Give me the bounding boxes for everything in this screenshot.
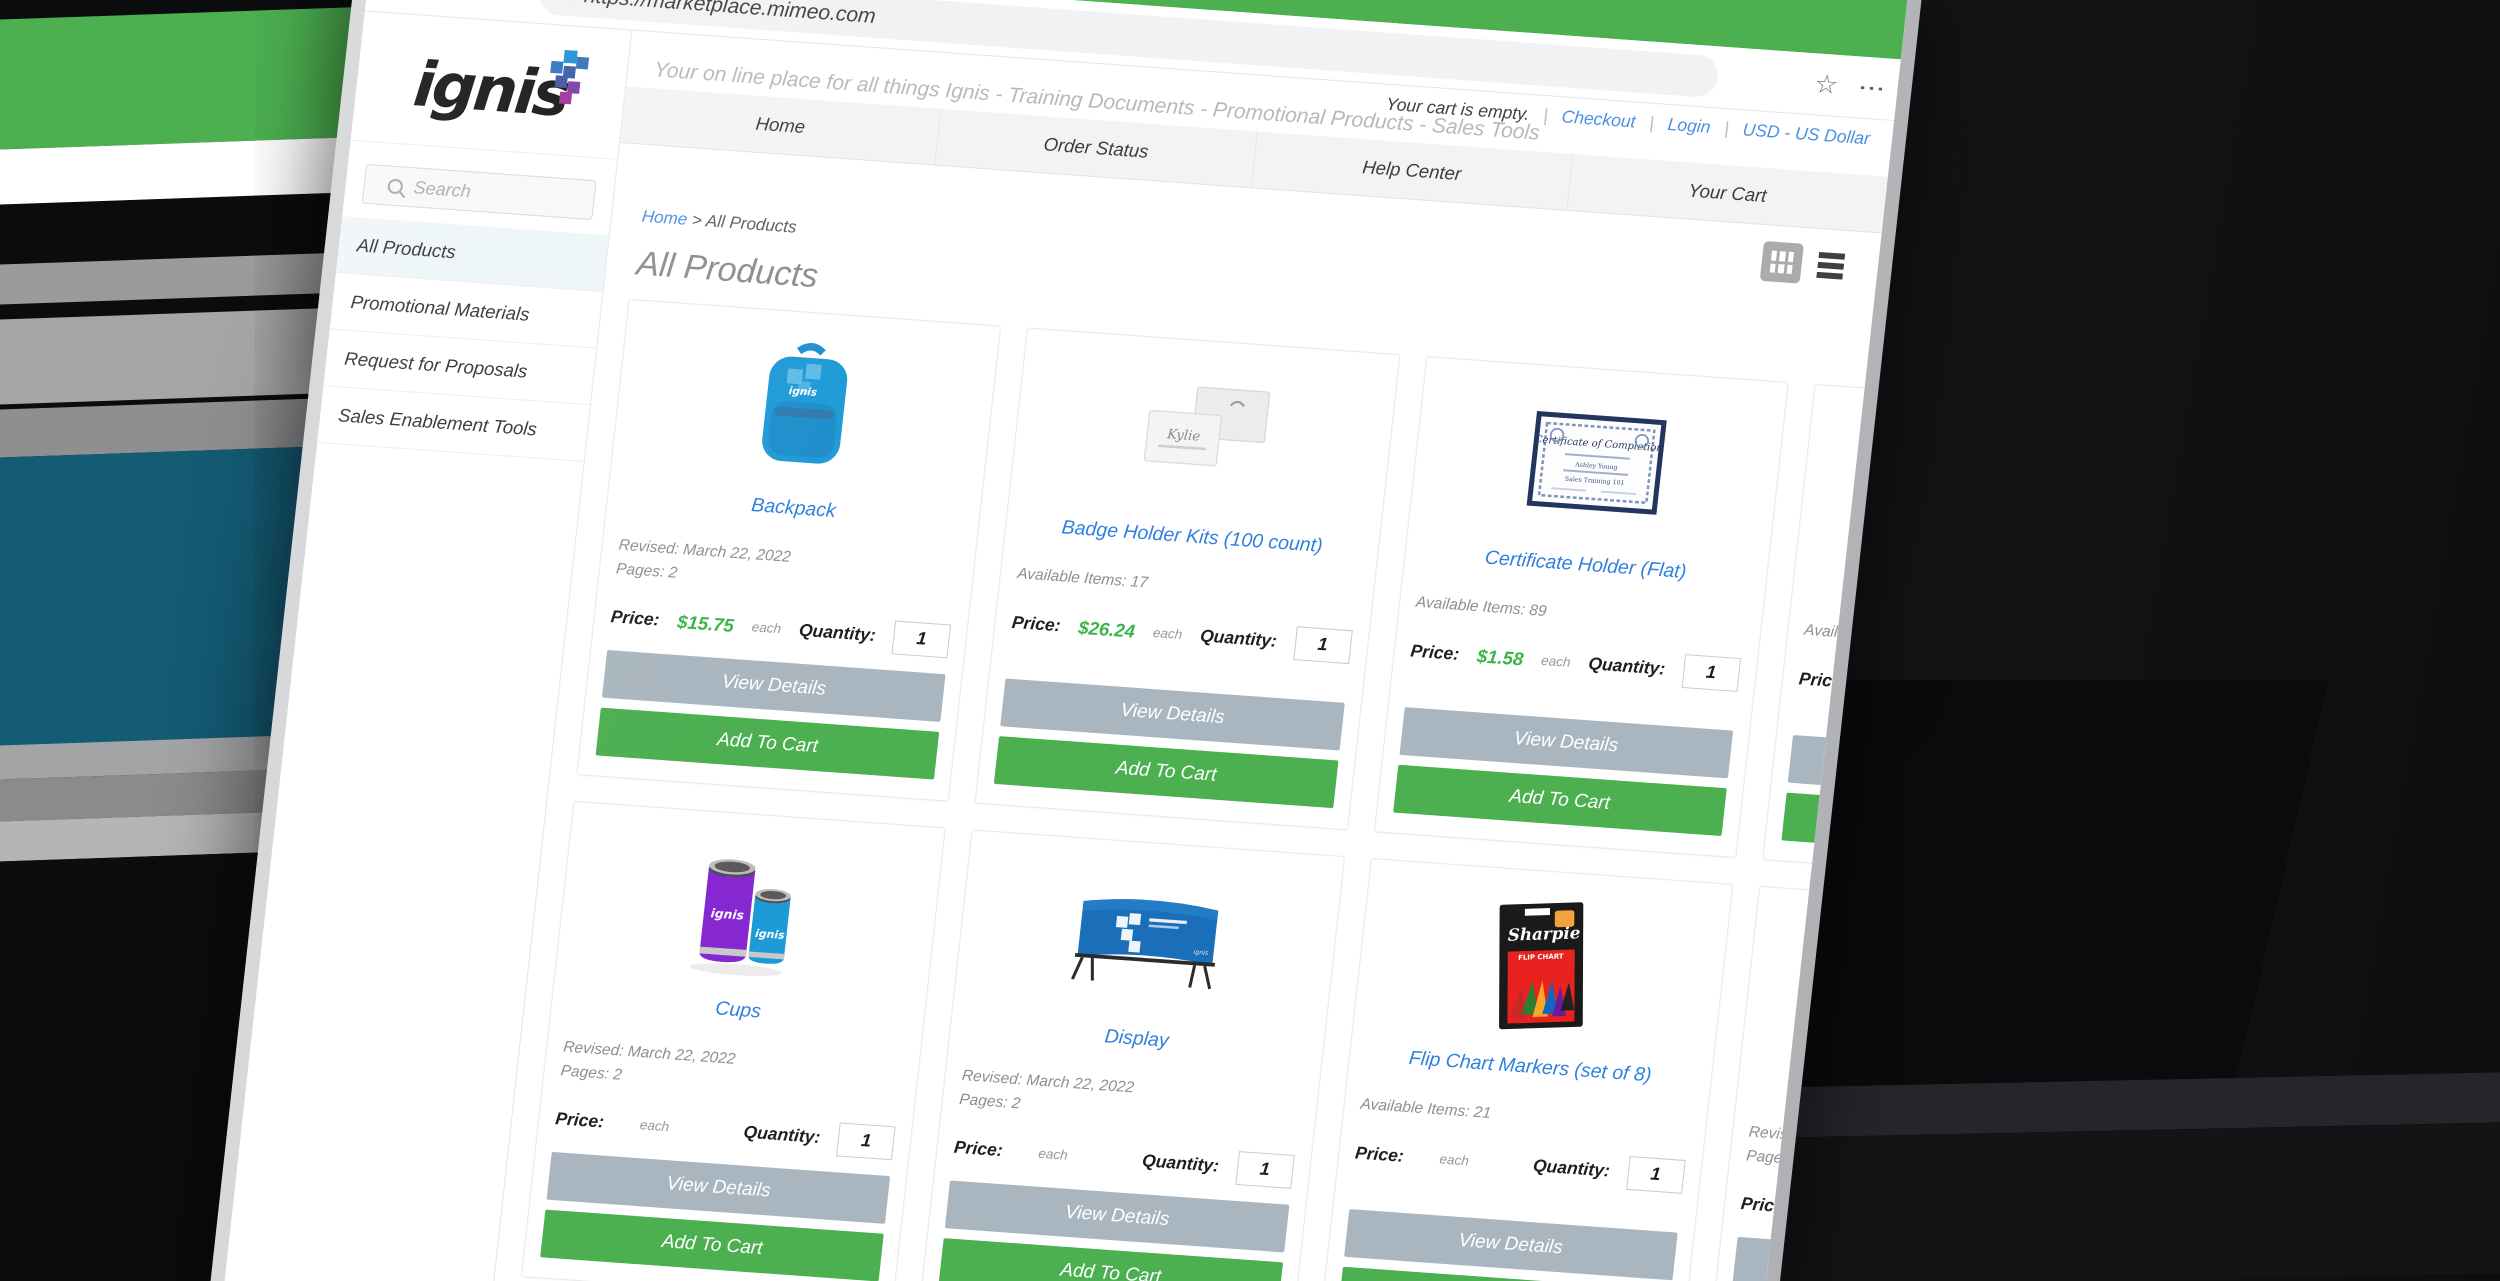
- product-card[interactable]: ignis Backpack Revised: March 22, 2022 Pag…: [576, 298, 1002, 802]
- search-placeholder: Search: [412, 176, 472, 201]
- search-icon: [387, 177, 404, 194]
- price-unit-label: each: [1438, 1151, 1470, 1169]
- quantity-label: Quantity:: [742, 1121, 822, 1148]
- product-thumbnail[interactable]: ignis: [627, 319, 982, 492]
- cups-image: ignis ignis: [689, 859, 791, 977]
- product-meta: Revised: March 22, 2022Pages: 2: [615, 534, 959, 604]
- product-thumbnail[interactable]: ignis: [970, 849, 1325, 1022]
- product-grid: ignis Backpack Revised: March 22, 2022 Pag…: [492, 297, 1909, 1281]
- add-to-cart-button[interactable]: Add To Cart: [1392, 764, 1727, 836]
- utility-separator-3: |: [1723, 117, 1731, 139]
- product-card[interactable]: Kylie Badge Holder Kits (100 count) Avail…: [974, 327, 1401, 831]
- svg-text:FLIP CHART: FLIP CHART: [1518, 952, 1564, 961]
- sidebar-item-label: Sales Enablement Tools: [337, 404, 539, 440]
- add-to-cart-button[interactable]: Add To Cart: [540, 1209, 885, 1281]
- quantity-input[interactable]: [1234, 1150, 1295, 1189]
- price-unit-label: each: [639, 1117, 670, 1135]
- svg-text:Kylie: Kylie: [1165, 427, 1201, 444]
- product-name-link[interactable]: Display: [966, 1014, 1307, 1063]
- quantity-label: Quantity:: [1141, 1150, 1221, 1176]
- product-meta-line: Available Items: 21: [1359, 1095, 1492, 1123]
- logo[interactable]: ignis: [350, 19, 631, 160]
- product-meta: Available Items: 89: [1415, 591, 1746, 638]
- add-to-cart-button[interactable]: Add To Cart: [595, 707, 940, 780]
- price-label: Price:: [952, 1136, 1004, 1161]
- product-name-link[interactable]: Flip Chart Markers (set of 8): [1365, 1043, 1696, 1091]
- grid-view-icon[interactable]: [1759, 240, 1804, 284]
- product-card[interactable]: Sharpie FLIP CHART Flip Chart Markers (s…: [1318, 857, 1734, 1281]
- breadcrumb-separator: >: [690, 210, 703, 230]
- price-unit-label: each: [1152, 625, 1184, 643]
- product-meta: Available Items: 17: [1016, 563, 1357, 610]
- product-name-link[interactable]: Cups: [567, 986, 908, 1035]
- product-meta-line: Available Items: 17: [1016, 565, 1149, 592]
- quantity-input[interactable]: [1681, 653, 1741, 692]
- price-value: $1.58: [1476, 644, 1525, 670]
- sidebar-item-label: All Products: [355, 234, 457, 263]
- browser-menu-icon[interactable]: ⋮: [1856, 74, 1889, 102]
- quantity-input[interactable]: [891, 620, 952, 659]
- search-input[interactable]: Search: [361, 163, 597, 221]
- certificate-image: Certificate of Completion Ashley Young S…: [1526, 410, 1668, 515]
- sidebar-item-label: Promotional Materials: [349, 291, 531, 325]
- product-name-link[interactable]: Backpack: [623, 484, 964, 533]
- product-card[interactable]: ignis ignis Cups Revised: March 22, 2022 P…: [520, 800, 947, 1281]
- display-banner-image: ignis: [1071, 899, 1219, 990]
- utility-separator-2: |: [1648, 112, 1656, 133]
- svg-text:ignis: ignis: [754, 927, 785, 942]
- price-label: Price:: [1354, 1142, 1405, 1166]
- badge-holder-image: Kylie: [1143, 386, 1271, 467]
- reload-icon[interactable]: C: [486, 0, 509, 6]
- svg-text:ignis: ignis: [1194, 949, 1210, 957]
- sidebar-item-label: Request for Proposals: [343, 347, 529, 382]
- svg-text:ignis: ignis: [710, 907, 745, 923]
- checkout-link[interactable]: Checkout: [1561, 106, 1637, 131]
- product-thumbnail[interactable]: ignis ignis: [572, 821, 927, 994]
- product-meta: Revised: March 22, 2022Pages: 2: [559, 1036, 903, 1106]
- device-screen: Ignis Storefront × + ← → C https://marke…: [216, 0, 1909, 1281]
- quantity-label: Quantity:: [1587, 653, 1667, 679]
- product-name-link[interactable]: Badge Holder Kits (100 count): [1021, 513, 1362, 562]
- utility-separator-1: |: [1542, 105, 1550, 126]
- price-value: $15.75: [676, 610, 736, 636]
- price-unit-label: each: [1037, 1146, 1069, 1164]
- product-meta: Revised: March 22, 2022Pages: 2: [958, 1064, 1302, 1134]
- price-label: Price:: [1409, 640, 1461, 664]
- quantity-label: Quantity:: [797, 620, 877, 646]
- price-unit-label: each: [1540, 652, 1572, 670]
- breadcrumb-home-link[interactable]: Home: [641, 207, 688, 229]
- quantity-input[interactable]: [836, 1122, 897, 1161]
- price-value: $26.24: [1077, 616, 1137, 642]
- scene: Ignis Storefront × + ← → C https://marke…: [0, 0, 2500, 1281]
- markers-box-image: Sharpie FLIP CHART: [1499, 902, 1584, 1030]
- quantity-label: Quantity:: [1532, 1155, 1611, 1181]
- forward-icon[interactable]: →: [438, 0, 466, 1]
- price-unit-label: each: [750, 619, 782, 637]
- storefront-page: Your cart is empty. | Checkout | Login |…: [216, 11, 1909, 1281]
- quantity-input[interactable]: [1625, 1155, 1686, 1194]
- product-meta: Available Items: 21: [1359, 1093, 1690, 1140]
- add-to-cart-button[interactable]: Add To Cart: [994, 736, 1339, 809]
- product-thumbnail[interactable]: Certificate of Completion Ashley Young S…: [1424, 376, 1769, 549]
- price-label: Price:: [554, 1108, 606, 1132]
- product-card[interactable]: Certificate of Completion Ashley Young S…: [1373, 356, 1789, 858]
- product-thumbnail[interactable]: Kylie: [1026, 348, 1381, 521]
- list-view-icon[interactable]: [1816, 251, 1846, 280]
- svg-text:ignis: ignis: [788, 385, 818, 399]
- main-content: Your on line place for all things Ignis …: [469, 31, 1909, 1281]
- url-text: https://marketplace.mimeo.com: [583, 0, 877, 28]
- ignis-logo-mark-icon: [550, 49, 590, 105]
- login-link[interactable]: Login: [1667, 114, 1712, 137]
- product-thumbnail[interactable]: Sharpie FLIP CHART: [1369, 878, 1714, 1051]
- backpack-image: ignis: [761, 343, 847, 464]
- product-name-link[interactable]: Certificate Holder (Flat): [1420, 541, 1751, 589]
- bookmark-star-icon[interactable]: ☆: [1813, 68, 1840, 100]
- price-label: Price:: [609, 606, 661, 630]
- quantity-input[interactable]: [1292, 625, 1353, 664]
- product-meta-line: Available Items: 89: [1415, 594, 1548, 621]
- product-card[interactable]: ignis Display Revised: March 22, 2022 Page…: [919, 829, 1345, 1281]
- laptop-device: Ignis Storefront × + ← → C https://marke…: [200, 0, 1925, 1281]
- quantity-label: Quantity:: [1199, 625, 1278, 651]
- price-label: Price:: [1010, 612, 1062, 636]
